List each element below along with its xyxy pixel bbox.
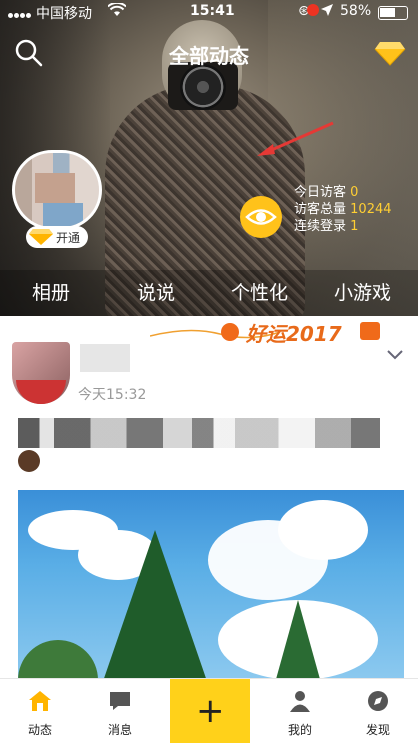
signal-icon — [8, 6, 32, 22]
avatar-blur-face — [35, 173, 75, 203]
home-icon — [28, 689, 52, 713]
avatar[interactable] — [12, 150, 102, 230]
post-author-name[interactable] — [80, 344, 130, 372]
nav-messages-label: 消息 — [107, 723, 132, 737]
page-title: 全部动态 — [169, 44, 249, 68]
tab-album[interactable]: 相册 — [32, 278, 70, 305]
plus-icon: + — [196, 691, 225, 731]
visitor-stats[interactable]: 今日访客 0 访客总量 10244 连续登录 1 — [294, 184, 392, 235]
diamond-icon[interactable] — [374, 40, 406, 66]
bush-shape — [18, 640, 98, 680]
today-visitors-label: 今日访客 — [294, 185, 347, 200]
emoji-icon — [18, 450, 40, 472]
tab-mini-games[interactable]: 小游戏 — [334, 278, 391, 305]
carrier-name: 中国移动 — [36, 6, 92, 22]
tree-shape — [100, 530, 210, 680]
vip-open-button[interactable]: 开通 — [26, 226, 88, 248]
cloud-shape — [278, 500, 368, 560]
nav-feed[interactable]: 动态 — [0, 679, 80, 743]
tab-personalize[interactable]: 个性化 — [231, 278, 288, 305]
bottom-nav: 动态 消息 + 我的 发现 — [0, 678, 418, 743]
add-post-button[interactable]: + — [170, 679, 250, 743]
message-icon — [108, 689, 132, 713]
battery-percent: 58% — [340, 3, 372, 19]
nav-messages[interactable]: 消息 — [80, 679, 160, 743]
login-streak-label: 连续登录 — [294, 219, 347, 234]
nav-me[interactable]: 我的 — [260, 679, 340, 743]
chevron-down-icon[interactable] — [386, 346, 404, 365]
vip-diamond-icon — [28, 228, 54, 249]
vip-open-label: 开通 — [56, 231, 81, 245]
person-icon — [288, 689, 312, 713]
total-visitors-label: 访客总量 — [294, 202, 347, 217]
discover-icon — [366, 689, 390, 713]
wifi-icon — [107, 1, 127, 21]
banner-text: 好运2017 — [246, 322, 342, 346]
tree-shape — [273, 600, 323, 680]
red-arrow-annotation — [255, 120, 335, 164]
avatar-frame — [16, 380, 66, 404]
notification-dot — [307, 4, 319, 16]
cover-camera-lens — [180, 64, 226, 110]
nav-discover-label: 发现 — [365, 723, 390, 737]
profile-tabs: 相册 说说 个性化 小游戏 — [0, 270, 418, 316]
today-visitors-value: 0 — [350, 185, 359, 200]
battery-icon — [378, 6, 408, 20]
nav-me-label: 我的 — [287, 723, 312, 737]
cover-photo[interactable]: 中国移动 15:41 ⊛ 58% 全部动态 开通 今日访客 0 访客总量 102… — [0, 0, 418, 316]
clock: 15:41 — [190, 3, 235, 19]
login-streak: 连续登录 1 — [294, 218, 392, 235]
today-visitors: 今日访客 0 — [294, 184, 392, 201]
post-text — [18, 418, 380, 448]
post-author-avatar[interactable] — [12, 342, 70, 404]
nav-feed-label: 动态 — [27, 723, 52, 737]
total-visitors: 访客总量 10244 — [294, 201, 392, 218]
post-photo[interactable] — [18, 490, 404, 680]
status-bar: 中国移动 15:41 ⊛ 58% — [0, 0, 418, 26]
total-visitors-value: 10244 — [350, 202, 392, 217]
nav-discover[interactable]: 发现 — [338, 679, 418, 743]
post-time: 今天15:32 — [78, 387, 147, 403]
header-bar: 全部动态 — [0, 38, 418, 68]
login-streak-value: 1 — [350, 219, 359, 234]
eye-icon[interactable] — [240, 196, 282, 238]
location-icon — [320, 3, 334, 21]
tab-talk[interactable]: 说说 — [137, 278, 175, 305]
